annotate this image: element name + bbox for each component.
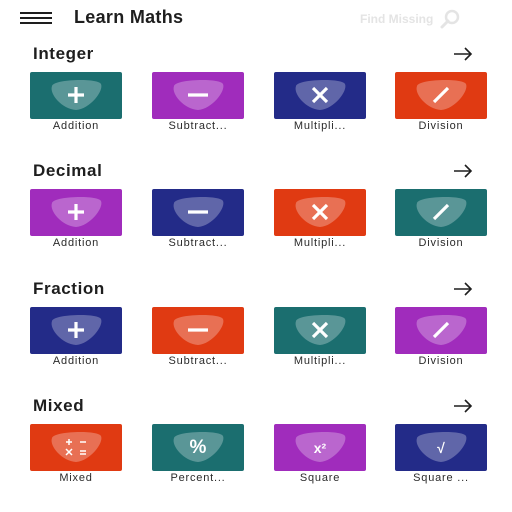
tile-label: Division — [418, 355, 464, 367]
search-icon — [440, 9, 460, 29]
tile-square[interactable]: x² Square — [274, 424, 366, 486]
tile-box — [395, 189, 487, 236]
tile-label: Percent... — [170, 472, 226, 484]
section-title: Decimal — [33, 161, 103, 180]
tile-box: √ — [395, 424, 487, 471]
tile-label: Subtract... — [168, 120, 228, 132]
plus-icon — [51, 315, 102, 345]
section-decimal: Decimal Addition Subtract... Multipli...… — [0, 161, 512, 271]
find-missing-button[interactable]: Find Missing — [360, 9, 461, 29]
tile-label: Addition — [52, 120, 100, 132]
tile-box — [152, 307, 244, 354]
section-title: Mixed — [33, 396, 85, 415]
tile-decimal-addition[interactable]: Addition — [30, 189, 122, 251]
find-missing-label: Find Missing — [360, 12, 434, 26]
tile-label: Subtract... — [168, 355, 228, 367]
tile-integer-division[interactable]: Division — [395, 72, 487, 134]
tile-label: Division — [418, 120, 464, 132]
plus-icon — [51, 80, 102, 110]
tile-symbol: % — [189, 436, 207, 458]
app-bar: Learn Maths Find Missing — [0, 0, 512, 36]
arrow-right-icon[interactable] — [452, 46, 474, 62]
times-icon — [295, 315, 346, 345]
tile-box — [395, 307, 487, 354]
tile-decimal-multiplication[interactable]: Multipli... — [274, 189, 366, 251]
divide-icon — [416, 80, 467, 110]
section-integer: Integer Addition Subtract... Multipli...… — [0, 44, 512, 154]
tile-label: Square — [299, 472, 341, 484]
tile-box — [152, 72, 244, 119]
tile-box — [152, 189, 244, 236]
minus-icon — [173, 315, 224, 345]
tile-square-root[interactable]: √ Square ... — [395, 424, 487, 486]
tile-box — [274, 72, 366, 119]
tile-box — [30, 72, 122, 119]
tile-fraction-addition[interactable]: Addition — [30, 307, 122, 369]
tile-label: Multipli... — [293, 237, 347, 249]
tile-percentage[interactable]: % Percent... — [152, 424, 244, 486]
tile-integer-multiplication[interactable]: Multipli... — [274, 72, 366, 134]
section-title: Integer — [33, 44, 94, 63]
tile-box — [30, 307, 122, 354]
tile-box — [395, 72, 487, 119]
tile-label: Division — [418, 237, 464, 249]
tile-decimal-subtraction[interactable]: Subtract... — [152, 189, 244, 251]
arrow-right-icon[interactable] — [452, 163, 474, 179]
minus-icon — [173, 197, 224, 227]
minus-icon — [173, 80, 224, 110]
divide-icon — [416, 315, 467, 345]
section-fraction: Fraction Addition Subtract... Multipli..… — [0, 279, 512, 389]
tile-box — [30, 189, 122, 236]
tile-label: Addition — [52, 237, 100, 249]
times-icon — [295, 197, 346, 227]
arrow-right-icon[interactable] — [452, 398, 474, 414]
arrow-right-icon[interactable] — [452, 281, 474, 297]
tile-box — [274, 189, 366, 236]
tile-fraction-subtraction[interactable]: Subtract... — [152, 307, 244, 369]
tile-integer-subtraction[interactable]: Subtract... — [152, 72, 244, 134]
tile-mixed[interactable]: Mixed — [30, 424, 122, 486]
mixed-operators-icon — [51, 432, 102, 462]
tile-label: Multipli... — [293, 120, 347, 132]
tile-fraction-multiplication[interactable]: Multipli... — [274, 307, 366, 369]
tile-box — [30, 424, 122, 471]
divide-icon — [416, 197, 467, 227]
tile-symbol: x² — [313, 439, 327, 456]
tile-label: Subtract... — [168, 237, 228, 249]
tile-fraction-division[interactable]: Division — [395, 307, 487, 369]
tile-decimal-division[interactable]: Division — [395, 189, 487, 251]
plus-icon — [51, 197, 102, 227]
menu-icon[interactable] — [20, 12, 52, 26]
tile-box: % — [152, 424, 244, 471]
blob-shape — [51, 432, 102, 462]
tile-integer-addition[interactable]: Addition — [30, 72, 122, 134]
tile-box: x² — [274, 424, 366, 471]
tile-label: Multipli... — [293, 355, 347, 367]
tile-label: Square ... — [413, 472, 469, 484]
section-mixed: Mixed Mixed % Percent... x² Square √ Square… — [0, 396, 512, 506]
times-icon — [295, 80, 346, 110]
tile-label: Addition — [52, 355, 100, 367]
app-title: Learn Maths — [74, 7, 184, 27]
section-title: Fraction — [33, 279, 105, 298]
tile-symbol: √ — [437, 439, 445, 456]
tile-box — [274, 307, 366, 354]
tile-label: Mixed — [59, 472, 93, 484]
